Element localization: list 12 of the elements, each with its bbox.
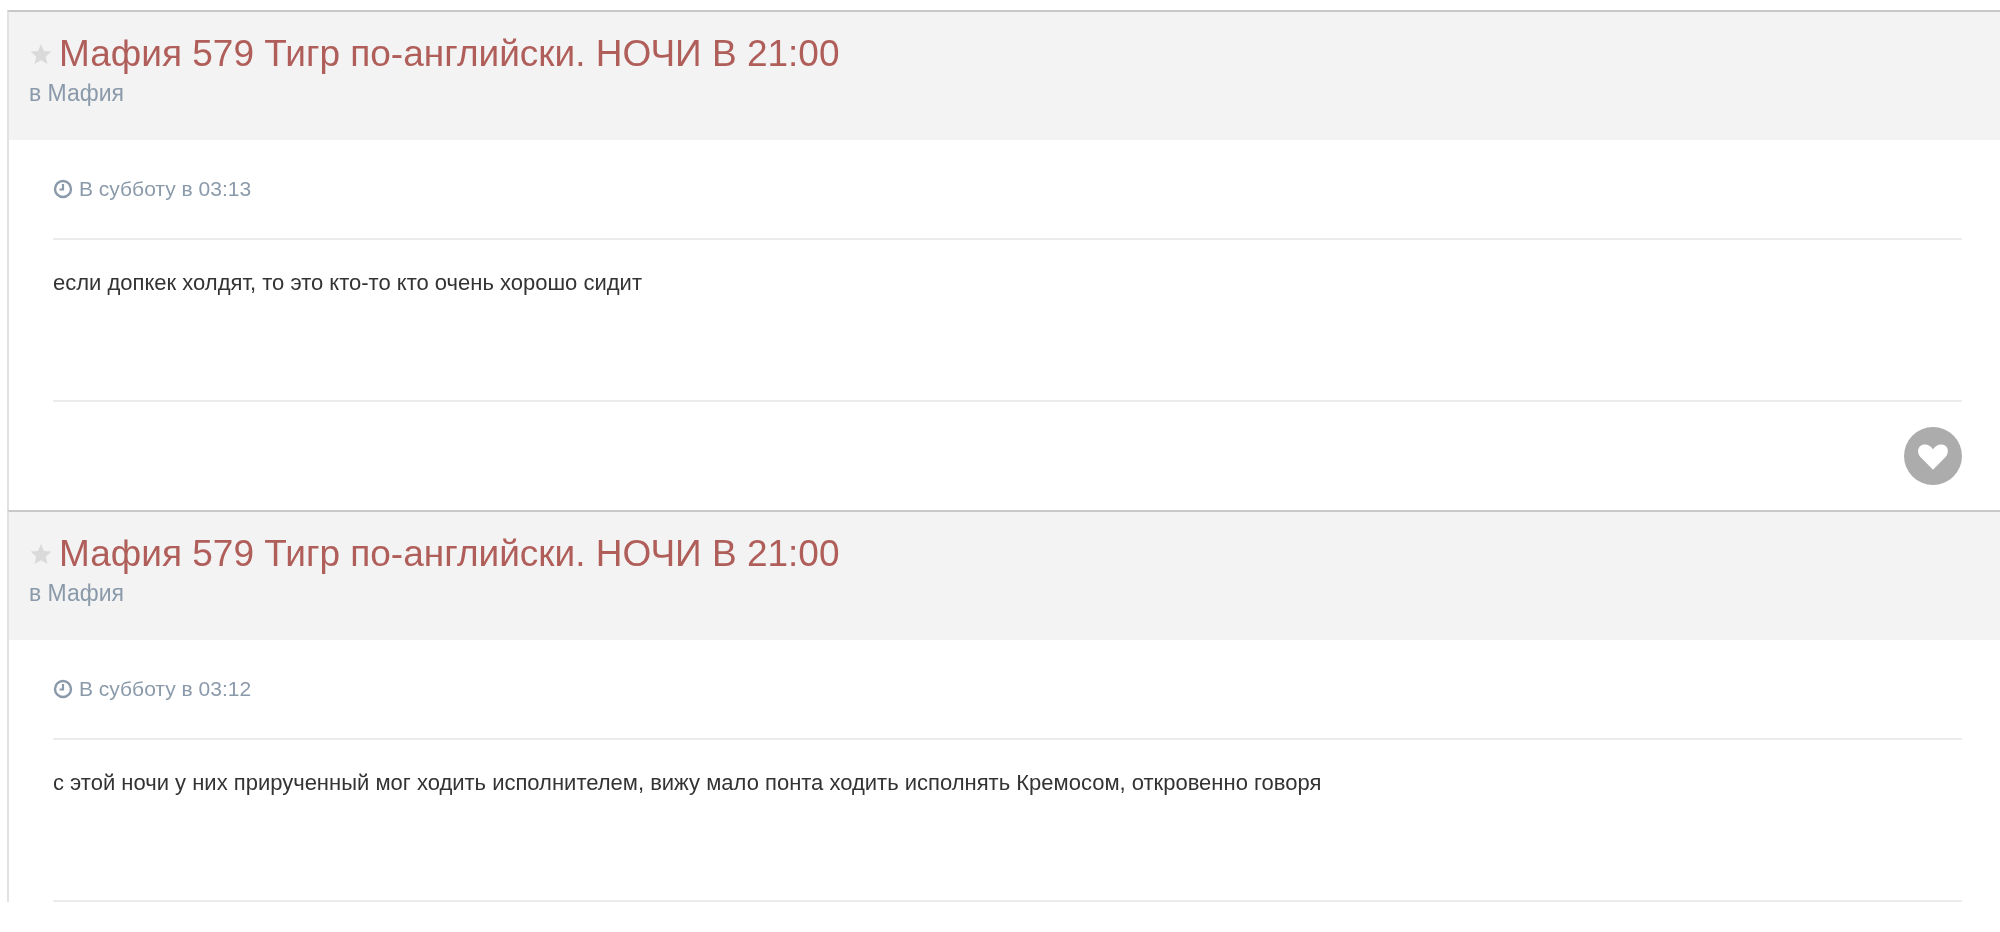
post-time: В субботу в 03:12 <box>79 677 252 701</box>
post-text: если допкек холдят, то это кто-то кто очень хорошо сидит <box>53 240 1962 402</box>
star-icon[interactable] <box>29 542 53 566</box>
clock-icon <box>53 179 73 199</box>
clock-icon <box>53 679 73 699</box>
forum-link[interactable]: в Мафия <box>29 80 125 107</box>
forum-link[interactable]: в Мафия <box>29 580 125 607</box>
topic-title-link[interactable]: Мафия 579 Тигр по-английски. НОЧИ В 21:00 <box>59 32 840 76</box>
topic-title-link[interactable]: Мафия 579 Тигр по-английски. НОЧИ В 21:00 <box>59 532 840 576</box>
post-time: В субботу в 03:13 <box>79 177 252 201</box>
post-text: с этой ночи у них прирученный мог ходить исполнителем, вижу мало понта ходить исполнять Кремосом, откровенно говоря <box>53 740 1962 902</box>
star-icon[interactable] <box>29 42 53 66</box>
